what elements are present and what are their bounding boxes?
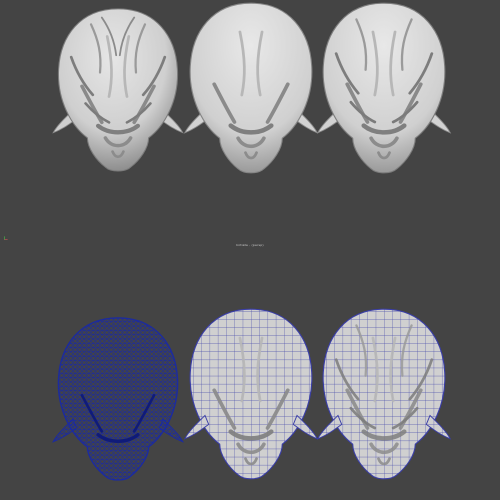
model-retopo-smooth[interactable]: [184, 2, 318, 174]
model-retopo-detailed-wire[interactable]: [317, 308, 451, 480]
maya-viewport[interactable]: Initiate , (persp): [0, 0, 500, 500]
model-retopo-detailed[interactable]: [317, 2, 451, 174]
axis-gizmo-icon: [4, 236, 8, 240]
viewport-canvas: [52, 2, 451, 481]
model-highpoly-sculpt[interactable]: [52, 8, 184, 172]
model-highpoly-sculpt-wire[interactable]: [52, 317, 184, 481]
model-retopo-smooth-wire[interactable]: [184, 308, 318, 480]
camera-label: Initiate , (persp): [236, 243, 264, 247]
